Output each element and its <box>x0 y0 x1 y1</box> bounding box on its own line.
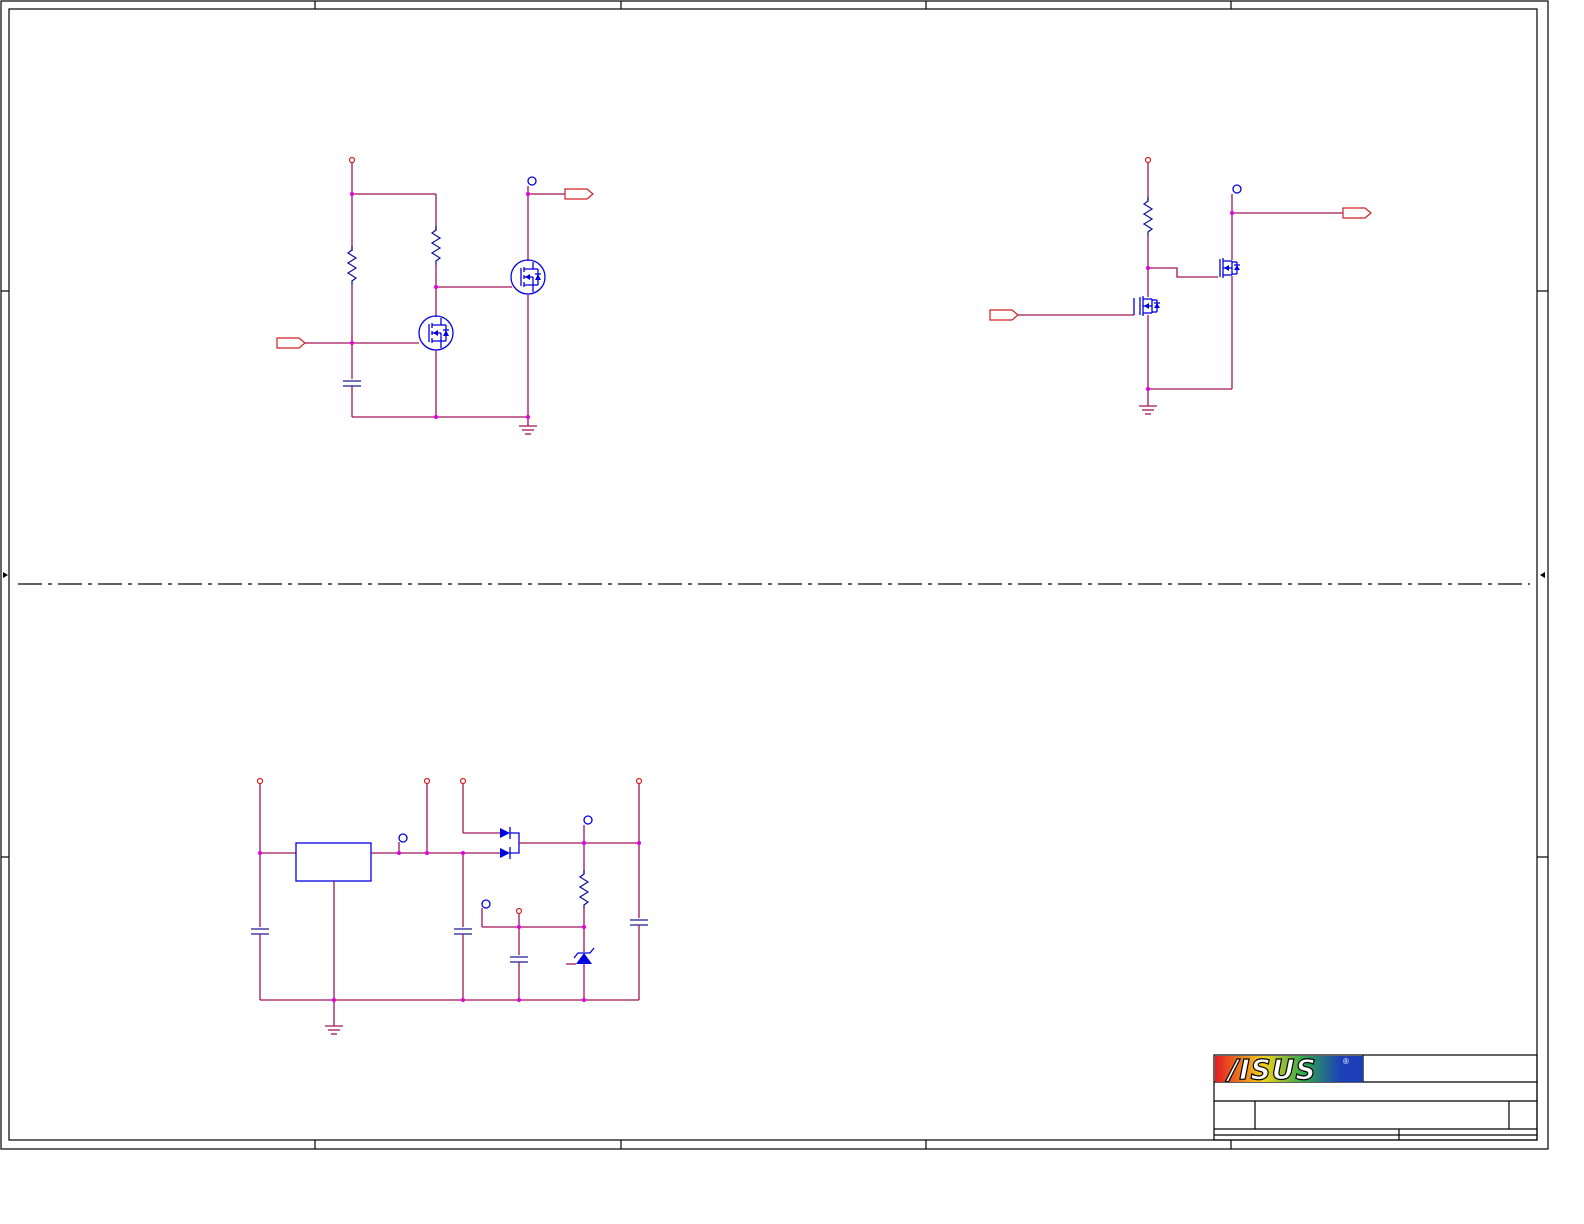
zener-icon <box>566 947 595 965</box>
power-pin-icon <box>459 777 467 785</box>
power-pin-icon <box>527 176 537 186</box>
power-pin-icon <box>256 777 264 785</box>
schematic-sheet: /ISUS ® <box>0 0 1549 1150</box>
circuit-top-right <box>989 156 1372 415</box>
mosfet-icon <box>418 315 454 351</box>
mosfet-icon <box>1139 295 1161 317</box>
ground-icon <box>518 425 538 435</box>
ground-icon <box>1138 405 1158 415</box>
title-block: /ISUS ® <box>1213 1052 1538 1141</box>
sheet-frame <box>0 0 1549 1150</box>
power-pin-icon <box>1144 156 1152 164</box>
capacitor-icon <box>453 928 473 935</box>
resistor-icon <box>431 225 441 266</box>
resistor-icon <box>579 869 589 910</box>
resistor-icon <box>347 245 357 286</box>
power-pin-icon <box>1232 184 1242 194</box>
power-pin-icon <box>348 156 356 164</box>
power-pin-icon <box>398 833 408 843</box>
capacitor-icon <box>342 380 362 387</box>
diode-icon <box>500 847 511 859</box>
regulator-ic <box>295 842 372 882</box>
capacitor-icon <box>509 956 529 963</box>
asus-logo: /ISUS ® <box>1215 1052 1363 1087</box>
circuit-bottom-left <box>250 777 649 1035</box>
ground-icon <box>324 1025 344 1035</box>
power-pin-icon <box>583 815 593 825</box>
port-arrow-icon <box>564 188 594 200</box>
power-pin-icon <box>515 907 523 915</box>
circuit-top-left <box>276 156 594 435</box>
svg-text:®: ® <box>1343 1057 1349 1066</box>
logo-text: /ISUS <box>1225 1053 1317 1086</box>
capacitor-icon <box>250 928 270 935</box>
port-arrow-icon <box>276 337 306 349</box>
mosfet-icon <box>1219 257 1241 279</box>
power-pin-icon <box>635 777 643 785</box>
diode-icon <box>500 827 511 839</box>
capacitor-icon <box>629 919 649 926</box>
port-arrow-icon <box>989 309 1019 321</box>
port-arrow-icon <box>1342 207 1372 219</box>
power-pin-icon <box>423 777 431 785</box>
resistor-icon <box>1143 196 1153 237</box>
power-pin-icon <box>481 899 491 909</box>
mosfet-icon <box>510 259 546 295</box>
